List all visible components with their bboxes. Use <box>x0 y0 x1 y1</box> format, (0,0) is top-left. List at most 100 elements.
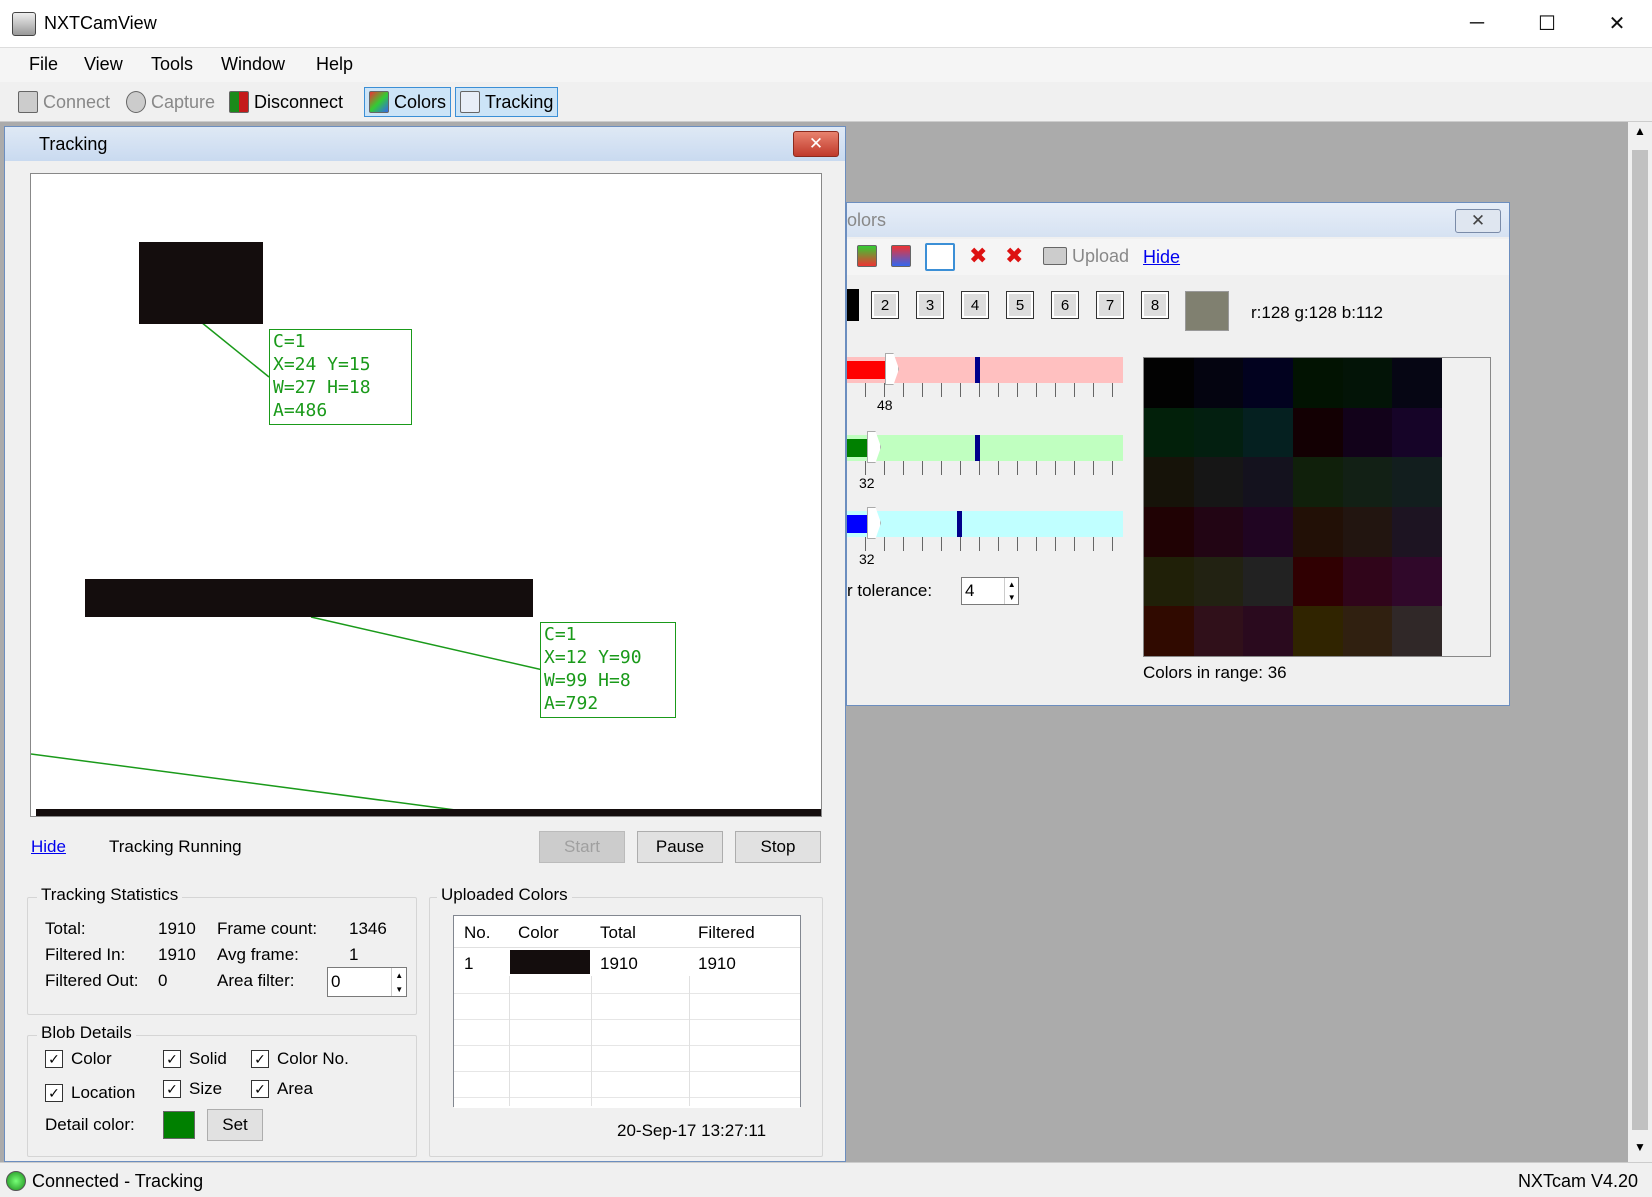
color-slot-4[interactable]: 4 <box>961 291 989 319</box>
scroll-down-icon[interactable]: ▼ <box>1634 1140 1646 1154</box>
palette-cell <box>1342 606 1393 656</box>
color-slot-2[interactable]: 2 <box>871 291 899 319</box>
tracking-canvas: C=1 X=24 Y=15 W=27 H=18 A=486 C=1 X=12 Y… <box>30 173 822 817</box>
filtered-out-label: Filtered Out: <box>45 971 139 990</box>
area-checkbox[interactable]: ✓ Area <box>251 1079 313 1099</box>
colors-button[interactable]: Colors <box>364 87 452 117</box>
blob-details-title: Blob Details <box>37 1023 136 1043</box>
color-slot-3[interactable]: 3 <box>916 291 944 319</box>
color-checkbox[interactable]: ✓ Color <box>45 1049 112 1069</box>
header-filtered[interactable]: Filtered <box>698 923 755 943</box>
menu-view[interactable]: View <box>84 54 123 75</box>
color-slot-1[interactable] <box>847 289 859 321</box>
blue-slider-marker <box>957 511 962 537</box>
title-bar: NXTCamView ─ ☐ ✕ <box>0 0 1652 48</box>
tracking-close-icon[interactable]: ✕ <box>793 131 839 157</box>
palette-cell <box>1144 556 1194 607</box>
close-button[interactable]: ✕ <box>1582 0 1652 46</box>
area-filter-up-icon[interactable]: ▲ <box>392 968 406 982</box>
palette-cell <box>1392 507 1442 557</box>
minimize-button[interactable]: ─ <box>1442 0 1512 46</box>
filtered-in-value: 1910 <box>158 945 196 964</box>
row-total: 1910 <box>600 954 638 973</box>
start-button[interactable]: Start <box>539 831 625 863</box>
app-camera-icon <box>12 12 36 36</box>
palette-cell <box>1193 507 1244 557</box>
tracking-button[interactable]: Tracking <box>455 87 559 117</box>
color-slot-5[interactable]: 5 <box>1006 291 1034 319</box>
header-color[interactable]: Color <box>518 923 559 943</box>
table-row[interactable]: 1 1910 1910 <box>454 948 800 976</box>
location-checkbox[interactable]: ✓ Location <box>45 1083 135 1103</box>
avg-frame-label: Avg frame: <box>217 945 299 964</box>
tracking-title: Tracking <box>39 133 108 154</box>
capture-button[interactable]: Capture <box>122 87 219 117</box>
palette-cell <box>1193 556 1244 607</box>
menu-help[interactable]: Help <box>316 54 353 75</box>
menu-file[interactable]: File <box>29 54 58 75</box>
blue-range-track[interactable] <box>847 511 1123 537</box>
red-slider-marker <box>975 357 980 383</box>
green-range-track[interactable] <box>847 435 1123 461</box>
palette-cell <box>1342 407 1393 458</box>
colors-hide-link[interactable]: Hide <box>1143 247 1180 268</box>
color-slot-8[interactable]: 8 <box>1141 291 1169 319</box>
palette-cell <box>1392 407 1442 458</box>
frame-count-label: Frame count: <box>217 919 318 938</box>
area-filter-spinner[interactable]: ▲▼ <box>327 967 407 997</box>
tolerance-label: r tolerance: <box>847 581 933 600</box>
green-value: 32 <box>859 475 875 491</box>
edit-color-icon[interactable] <box>891 245 911 267</box>
scroll-thumb[interactable] <box>1632 150 1648 1130</box>
palette-cell <box>1144 457 1194 507</box>
area-filter-down-icon[interactable]: ▼ <box>392 982 406 996</box>
menu-tools[interactable]: Tools <box>151 54 193 75</box>
palette-cell <box>1243 556 1293 607</box>
header-total[interactable]: Total <box>600 923 636 943</box>
blob-3-leader-line <box>31 753 464 812</box>
palette-cell <box>1342 358 1393 408</box>
tolerance-up-icon[interactable]: ▲ <box>1005 578 1018 591</box>
color-slot-7[interactable]: 7 <box>1096 291 1124 319</box>
current-color-swatch <box>1185 291 1229 331</box>
pause-button[interactable]: Pause <box>637 831 723 863</box>
tracking-statistics-title: Tracking Statistics <box>37 885 183 905</box>
remove-color-icon[interactable]: ✖ <box>969 243 987 269</box>
clear-colors-icon[interactable]: ✖ <box>1005 243 1023 269</box>
disconnect-button[interactable]: Disconnect <box>225 87 347 117</box>
tracking-hide-link[interactable]: Hide <box>31 837 66 857</box>
header-no[interactable]: No. <box>464 923 490 943</box>
tracking-status: Tracking Running <box>109 837 242 856</box>
tolerance-spinner[interactable]: ▲▼ <box>961 577 1019 605</box>
size-checkbox[interactable]: ✓ Size <box>163 1079 222 1099</box>
connect-label: Connect <box>43 91 111 112</box>
tolerance-down-icon[interactable]: ▼ <box>1005 591 1018 604</box>
maximize-button[interactable]: ☐ <box>1512 0 1582 46</box>
palette-cell <box>1392 358 1442 408</box>
palette-cell <box>1293 457 1343 507</box>
color-no-checkbox[interactable]: ✓ Color No. <box>251 1049 349 1069</box>
stop-button[interactable]: Stop <box>735 831 821 863</box>
add-color-icon[interactable] <box>857 245 877 267</box>
capture-label: Capture <box>151 91 216 112</box>
status-bar: Connected - Tracking NXTcam V4.20 <box>0 1162 1652 1197</box>
total-value: 1910 <box>158 919 196 938</box>
solid-checkbox[interactable]: ✓ Solid <box>163 1049 227 1069</box>
area-filter-input[interactable] <box>328 968 392 996</box>
connect-button[interactable]: Connect <box>14 87 114 117</box>
connect-icon <box>18 91 38 113</box>
tolerance-input[interactable] <box>962 578 1005 604</box>
color-slot-6[interactable]: 6 <box>1051 291 1079 319</box>
menu-window[interactable]: Window <box>221 54 285 75</box>
colors-close-icon[interactable]: ✕ <box>1455 209 1501 233</box>
pick-color-icon[interactable] <box>925 243 955 271</box>
scroll-up-icon[interactable]: ▲ <box>1634 124 1646 138</box>
set-color-button[interactable]: Set <box>207 1109 263 1141</box>
connected-icon <box>6 1171 26 1191</box>
colors-titlebar: olors <box>847 203 1509 237</box>
tracked-blob <box>85 579 533 617</box>
upload-button[interactable]: Upload <box>1039 241 1133 271</box>
filtered-in-label: Filtered In: <box>45 945 126 964</box>
palette-cell <box>1392 457 1442 507</box>
workspace-scrollbar[interactable]: ▲ ▼ <box>1628 122 1652 1162</box>
